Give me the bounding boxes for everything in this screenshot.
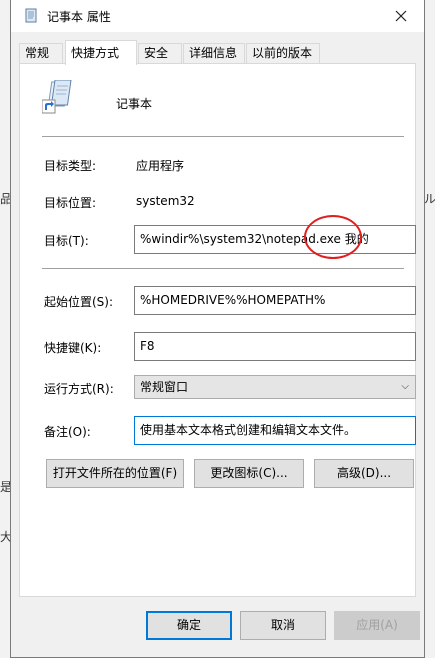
- properties-dialog: 记事本 属性 常规 快捷方式 安全 详细信息 以前的版本 记事本 目标类型: 应…: [10, 0, 425, 658]
- window-title: 记事本 属性: [47, 10, 111, 24]
- start-in-label: 起始位置(S):: [44, 295, 114, 309]
- divider: [42, 268, 404, 269]
- shortcut-key-label: 快捷键(K):: [44, 341, 102, 355]
- target-location-value: system32: [136, 194, 195, 208]
- run-label: 运行方式(R):: [44, 382, 114, 396]
- tab-details[interactable]: 详细信息: [183, 43, 245, 64]
- run-select-value: 常规窗口: [140, 380, 189, 394]
- close-icon: [395, 10, 407, 22]
- tab-security[interactable]: 安全: [138, 43, 182, 64]
- tab-general[interactable]: 常规: [19, 43, 63, 64]
- target-label: 目标(T):: [44, 234, 89, 248]
- target-field[interactable]: %windir%\system32\notepad.exe 我的: [134, 225, 416, 254]
- shortcut-key-field[interactable]: F8: [134, 332, 416, 361]
- start-in-field[interactable]: %HOMEDRIVE%%HOMEPATH%: [134, 286, 416, 315]
- open-file-location-button[interactable]: 打开文件所在的位置(F): [46, 459, 184, 488]
- notepad-icon: [25, 8, 37, 23]
- advanced-button[interactable]: 高级(D)...: [314, 459, 414, 488]
- change-icon-button[interactable]: 更改图标(C)...: [194, 459, 304, 488]
- tab-shortcut[interactable]: 快捷方式: [65, 40, 137, 65]
- ok-button[interactable]: 确定: [146, 611, 232, 640]
- run-select[interactable]: 常规窗口 ⌵: [134, 375, 416, 399]
- divider: [42, 136, 404, 137]
- shortcut-page: 记事本 目标类型: 应用程序 目标位置: system32 目标(T): %wi…: [19, 63, 416, 597]
- background-glyph: ル: [424, 192, 435, 206]
- tab-previous-versions[interactable]: 以前的版本: [246, 43, 320, 64]
- comment-field[interactable]: 使用基本文本格式创建和编辑文本文件。: [134, 416, 416, 445]
- cancel-button[interactable]: 取消: [240, 611, 326, 640]
- notepad-icon: [42, 80, 72, 114]
- apply-button[interactable]: 应用(A): [334, 611, 420, 640]
- close-button[interactable]: [378, 0, 424, 32]
- target-type-value: 应用程序: [136, 159, 185, 173]
- chevron-down-icon: ⌵: [401, 381, 409, 392]
- app-name: 记事本: [116, 97, 153, 111]
- comment-label: 备注(O):: [44, 425, 91, 439]
- target-location-label: 目标位置:: [44, 196, 97, 210]
- target-type-label: 目标类型:: [44, 159, 97, 173]
- title-bar: 记事本 属性: [11, 0, 424, 32]
